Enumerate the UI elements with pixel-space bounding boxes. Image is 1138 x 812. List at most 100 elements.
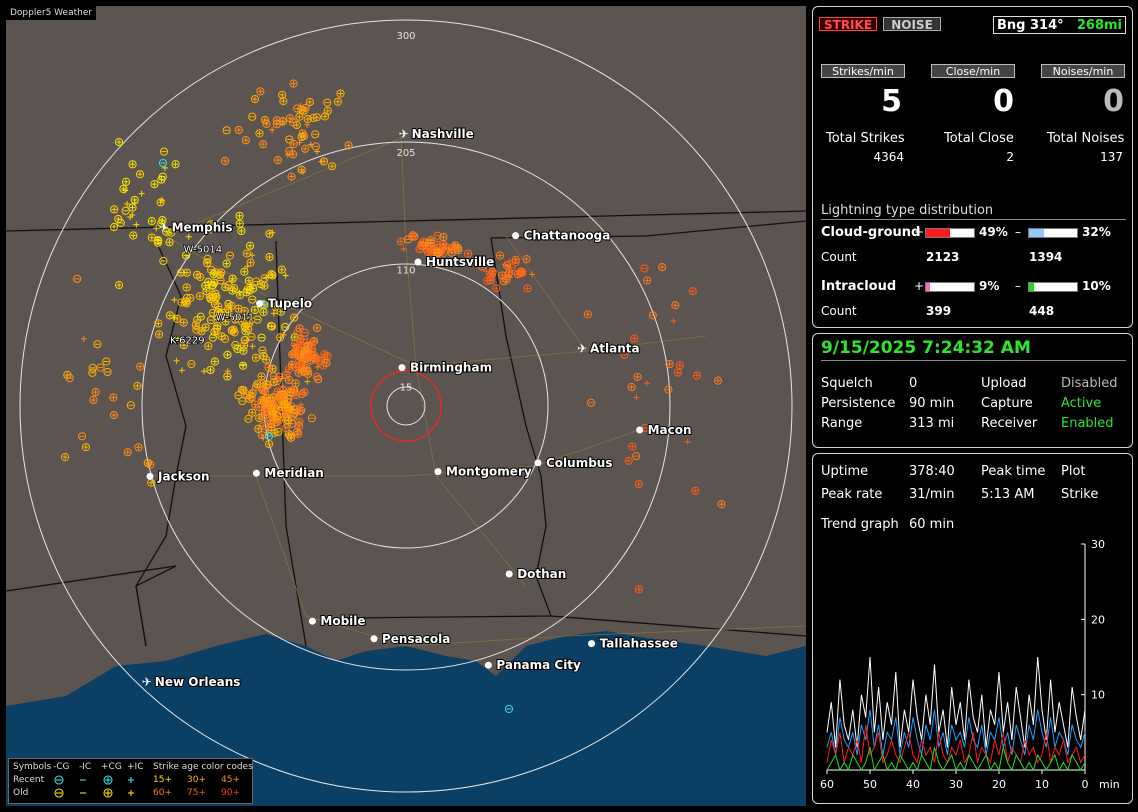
- range-value: 313 mi: [909, 416, 955, 431]
- datetime: 9/15/2025 7:24:32 AM: [821, 338, 1031, 358]
- cloud-ground-pos-bar: [925, 228, 975, 238]
- x-tick-label: 60: [820, 778, 834, 791]
- cloud-ground-neg-count: 1394: [1029, 250, 1063, 264]
- intracloud-pos-sign: +: [914, 279, 925, 293]
- plot-label: Plot: [1061, 464, 1086, 479]
- cloud-ground-pos-count: 2123: [926, 250, 960, 264]
- city-dot-icon: [534, 459, 542, 467]
- airport-icon: ✈: [577, 341, 587, 355]
- city-chattanooga[interactable]: Chattanooga: [512, 228, 611, 244]
- city-birmingham[interactable]: Birmingham: [398, 360, 493, 376]
- city-new-orleans[interactable]: ✈ New Orleans: [142, 674, 242, 690]
- city-dot-icon: [414, 258, 422, 266]
- plot-value: Strike: [1061, 487, 1099, 502]
- city-tallahassee[interactable]: Tallahassee: [588, 636, 679, 652]
- bearing-range: 268mi: [1076, 18, 1122, 33]
- trend-panel: Uptime 378:40 Peak time Plot Peak rate 3…: [812, 453, 1133, 804]
- legend-age-label: Strike age color codes: [153, 762, 253, 772]
- total-noises-value: 137: [1100, 150, 1123, 164]
- strike-mode-button[interactable]: STRIKE: [819, 17, 877, 32]
- city-meridian[interactable]: Meridian: [252, 465, 325, 481]
- city-atlanta[interactable]: ✈ Atlanta: [577, 340, 641, 356]
- airport-icon: ✈: [159, 221, 169, 235]
- legend-age-45: 45+: [221, 775, 240, 785]
- city-dot-icon: [434, 468, 442, 476]
- trend-graph-value: 60 min: [909, 517, 955, 532]
- x-tick-label: 40: [906, 778, 920, 791]
- city-dot-icon: [370, 635, 378, 643]
- city-name: New Orleans: [155, 675, 241, 689]
- intracloud-count-label: Count: [821, 304, 857, 318]
- cloud-ground-pos-sign: +: [914, 225, 925, 239]
- intracloud-pos-count: 399: [926, 304, 952, 318]
- x-tick-label: 10: [1035, 778, 1049, 791]
- legend-age-90: 90+: [221, 788, 240, 798]
- city-name: Chattanooga: [524, 229, 611, 243]
- lightning-map[interactable]: 30020511015 W-5014W-5011K-6229 ✈ Nashvill…: [6, 6, 806, 806]
- x-tick-label: 0: [1082, 778, 1089, 791]
- city-dot-icon: [308, 617, 316, 625]
- squelch-label: Squelch: [821, 376, 873, 391]
- trend-series-line: [826, 747, 1086, 772]
- receiver-value: Enabled: [1061, 416, 1114, 431]
- city-huntsville[interactable]: Huntsville: [414, 254, 495, 270]
- noises-per-min-label: Noises/min: [1041, 64, 1125, 78]
- symbol-legend: Symbols -CG -IC +CG +IC Strike age color…: [8, 758, 253, 804]
- close-per-min-value: 0: [993, 84, 1014, 119]
- city-name: Pensacola: [382, 632, 450, 646]
- close-per-min-label: Close/min: [931, 64, 1015, 78]
- total-strikes-label: Total Strikes: [826, 131, 905, 146]
- city-name: Nashville: [412, 127, 474, 141]
- city-name: Atlanta: [590, 341, 640, 355]
- storm-id[interactable]: W-5014: [183, 244, 223, 257]
- peak-time-value: 5:13 AM: [981, 487, 1035, 502]
- peak-time-label: Peak time: [981, 464, 1046, 479]
- ring-label-205: 205: [396, 148, 415, 159]
- legend-age-60: 60+: [153, 788, 172, 798]
- city-panama-city[interactable]: Panama City: [484, 657, 582, 673]
- status-divider: [821, 360, 1126, 361]
- intracloud-pos-pct: 9%: [979, 279, 1000, 293]
- city-name: Macon: [648, 423, 692, 437]
- storm-id[interactable]: K-6229: [169, 335, 205, 348]
- total-close-value: 2: [1006, 150, 1014, 164]
- legend-pos-cg: +CG: [101, 762, 122, 772]
- cloud-ground-neg-pct: 32%: [1082, 225, 1111, 239]
- legend-age-15: 15+: [153, 775, 172, 785]
- city-name: Tallahassee: [600, 637, 678, 651]
- bearing-readout: Bng 314° 268mi: [993, 16, 1126, 34]
- y-tick-label: 30: [1091, 538, 1105, 551]
- city-name: Dothan: [517, 567, 566, 581]
- city-dot-icon: [252, 469, 260, 477]
- legend-age-30: 30+: [187, 775, 206, 785]
- storm-id[interactable]: W-5011: [215, 312, 255, 325]
- city-name: Mobile: [320, 614, 365, 628]
- city-dot-icon: [484, 661, 492, 669]
- ring-label-15: 15: [400, 383, 413, 394]
- noise-mode-button[interactable]: NOISE: [883, 17, 941, 32]
- city-pensacola[interactable]: Pensacola: [370, 631, 451, 647]
- peak-rate-value: 31/min: [909, 487, 955, 502]
- city-dot-icon: [636, 426, 644, 434]
- city-montgomery[interactable]: Montgomery: [434, 464, 533, 480]
- range-label: Range: [821, 416, 863, 431]
- capture-value: Active: [1061, 396, 1102, 411]
- city-name: Meridian: [264, 466, 323, 480]
- x-tick-label: 50: [863, 778, 877, 791]
- status-panel: 9/15/2025 7:24:32 AM Squelch 0 Persisten…: [812, 333, 1133, 448]
- city-name: Memphis: [172, 221, 233, 235]
- persistence-value: 90 min: [909, 396, 955, 411]
- ring-label-300: 300: [396, 31, 415, 42]
- strikes-per-min-label: Strikes/min: [821, 64, 905, 78]
- distribution-divider: [821, 219, 1126, 220]
- x-tick-label: 20: [992, 778, 1006, 791]
- capture-label: Capture: [981, 396, 1033, 411]
- city-columbus[interactable]: Columbus: [534, 455, 614, 471]
- cloud-ground-count-label: Count: [821, 250, 857, 264]
- cloud-ground-label: Cloud-ground: [821, 225, 921, 240]
- legend-age-75: 75+: [187, 788, 206, 798]
- uptime-value: 378:40: [909, 464, 955, 479]
- noises-per-min-value: 0: [1103, 84, 1124, 119]
- airport-icon: ✈: [142, 675, 152, 689]
- intracloud-neg-pct: 10%: [1082, 279, 1111, 293]
